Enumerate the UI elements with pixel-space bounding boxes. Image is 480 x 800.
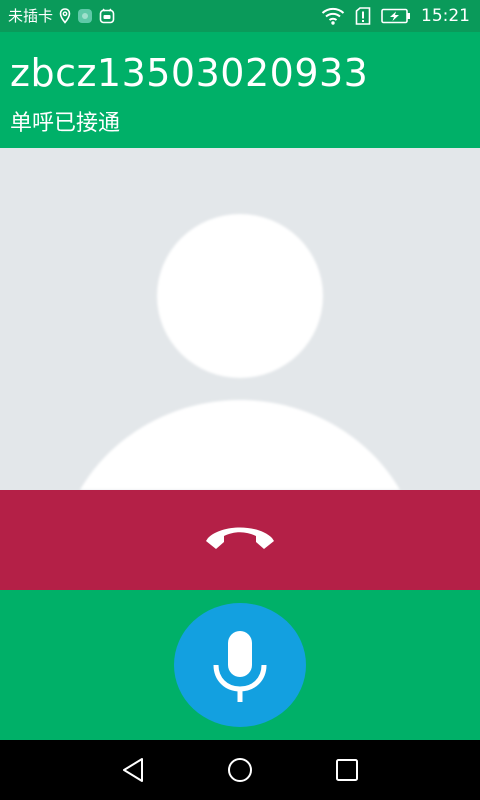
recent-apps-icon <box>336 759 358 781</box>
location-icon <box>59 8 71 24</box>
call-screen: 未插卡 15:21 zbcz13503020933 单呼已接通 <box>0 0 480 800</box>
avatar-placeholder-icon <box>80 214 400 490</box>
app-icon <box>77 8 93 24</box>
mic-area <box>0 590 480 740</box>
microphone-button[interactable] <box>174 603 306 727</box>
home-button[interactable] <box>224 754 256 786</box>
carrier-label: 未插卡 <box>8 7 54 25</box>
contact-name: zbcz13503020933 <box>10 51 369 95</box>
navigation-bar <box>0 740 480 800</box>
avatar-area <box>0 148 480 490</box>
phone-hangup-icon <box>206 527 274 549</box>
call-status: 单呼已接通 <box>10 111 121 136</box>
battery-charging-icon <box>381 8 411 24</box>
status-bar: 未插卡 15:21 <box>0 0 480 32</box>
back-button[interactable] <box>118 754 150 786</box>
call-header: zbcz13503020933 单呼已接通 <box>0 32 480 148</box>
hangup-button[interactable] <box>0 490 480 590</box>
recent-apps-button[interactable] <box>331 754 363 786</box>
notification-icon <box>99 8 115 24</box>
status-left: 未插卡 <box>8 6 115 26</box>
home-icon <box>228 758 252 782</box>
wifi-icon <box>321 7 345 25</box>
back-icon <box>123 758 143 782</box>
sim-icon <box>355 7 371 25</box>
clock: 15:21 <box>421 6 470 26</box>
microphone-icon <box>213 631 267 702</box>
status-right: 15:21 <box>321 6 470 26</box>
